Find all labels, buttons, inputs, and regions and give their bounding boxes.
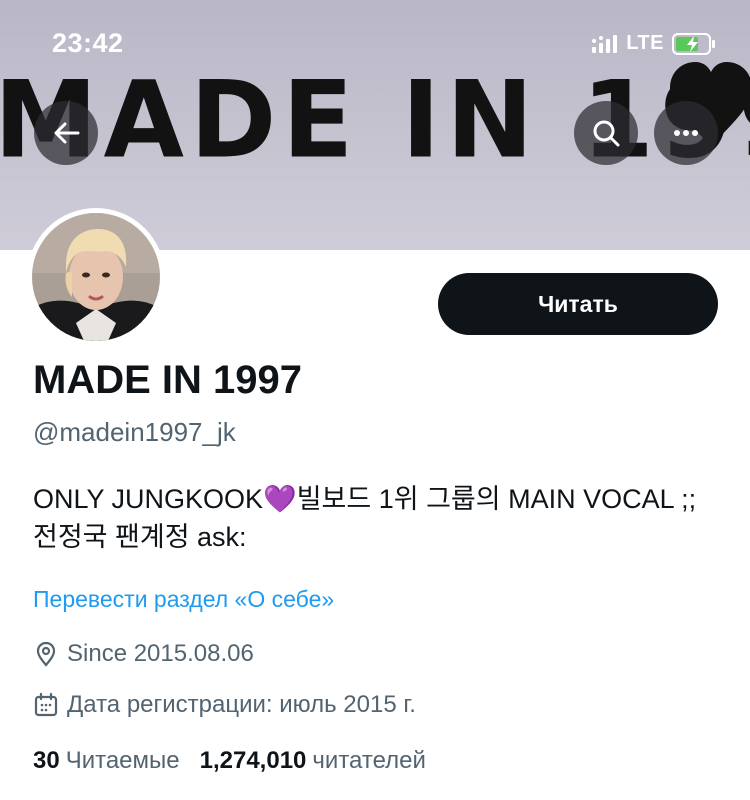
handle: @madein1997_jk	[33, 417, 236, 447]
avatar-image	[32, 213, 160, 341]
arrow-left-icon	[54, 122, 80, 144]
follow-stats: 30 Читаемые 1,274,010 читателей	[33, 747, 426, 775]
more-horizontal-icon	[674, 130, 698, 136]
followers-count: 1,274,010	[199, 747, 307, 774]
avatar-photo	[32, 213, 160, 341]
followers-label: читателей	[312, 747, 426, 774]
joined-row: Дата регистрации: июль 2015 г.	[33, 691, 416, 719]
signal-icon	[592, 34, 618, 53]
translate-bio-link[interactable]: Перевести раздел «О себе»	[33, 586, 334, 613]
status-indicators: LTE	[592, 32, 716, 55]
network-label: LTE	[626, 32, 664, 54]
calendar-icon	[34, 692, 58, 717]
search-button[interactable]	[574, 101, 638, 165]
display-name: MADE IN 1997	[33, 358, 302, 402]
battery-charging-icon	[672, 32, 715, 55]
search-icon	[593, 120, 620, 147]
avatar[interactable]	[27, 208, 165, 346]
location-text: Since 2015.08.06	[67, 640, 254, 667]
back-button[interactable]	[34, 101, 98, 165]
following-stat[interactable]: 30 Читаемые	[33, 747, 180, 775]
followers-stat[interactable]: 1,274,010 читателей	[200, 747, 426, 775]
location-pin-icon	[36, 641, 56, 667]
banner-text: MADE IN 1997	[0, 57, 750, 183]
purple-heart-emoji: 💜	[263, 484, 297, 514]
joined-text: Дата регистрации: июль 2015 г.	[67, 691, 416, 718]
following-label: Читаемые	[65, 747, 180, 774]
follow-button[interactable]: Читать	[438, 273, 718, 335]
more-button[interactable]	[654, 101, 718, 165]
following-count: 30	[33, 747, 60, 774]
bio: ONLY JUNGKOOK💜빌보드 1위 그룹의 MAIN VOCAL ;; 전…	[33, 480, 723, 556]
location-row: Since 2015.08.06	[33, 640, 254, 668]
status-time: 23:42	[52, 28, 124, 58]
bio-text-start: ONLY JUNGKOOK	[33, 484, 264, 514]
